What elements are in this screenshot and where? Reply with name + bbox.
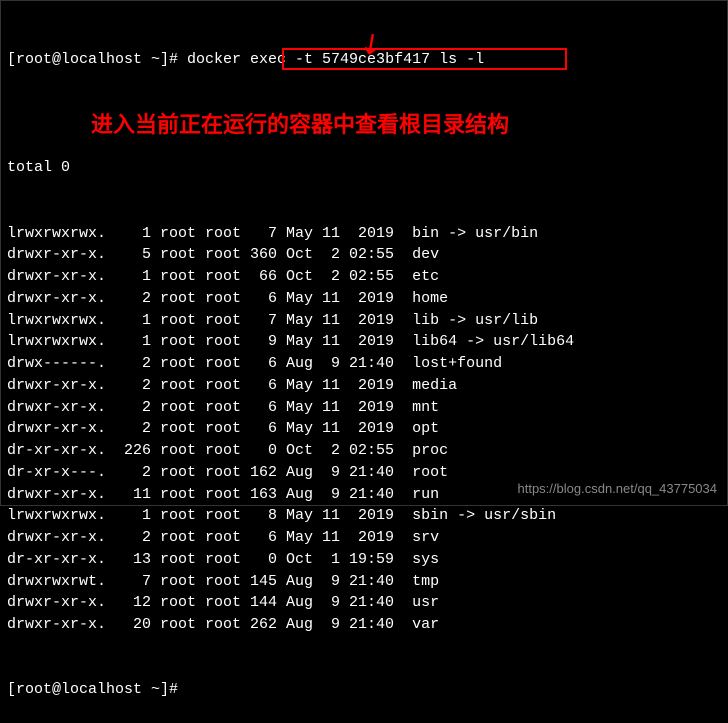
prompt-prefix: [root@localhost ~]# bbox=[7, 51, 187, 68]
listing-row: lrwxrwxrwx. 1 root root 7 May 11 2019 li… bbox=[7, 310, 721, 332]
listing-row: drwx------. 2 root root 6 Aug 9 21:40 lo… bbox=[7, 353, 721, 375]
terminal-output: [root@localhost ~]# docker exec -t 5749c… bbox=[7, 5, 721, 723]
total-line: total 0 bbox=[7, 157, 721, 179]
listing-row: lrwxrwxrwx. 1 root root 9 May 11 2019 li… bbox=[7, 331, 721, 353]
listing-row: drwxr-xr-x. 2 root root 6 May 11 2019 me… bbox=[7, 375, 721, 397]
listing-row: drwxr-xr-x. 2 root root 6 May 11 2019 op… bbox=[7, 418, 721, 440]
listing-rows: lrwxrwxrwx. 1 root root 7 May 11 2019 bi… bbox=[7, 223, 721, 636]
listing-row: dr-xr-xr-x. 226 root root 0 Oct 2 02:55 … bbox=[7, 440, 721, 462]
listing-row: lrwxrwxrwx. 1 root root 7 May 11 2019 bi… bbox=[7, 223, 721, 245]
listing-row: drwxr-xr-x. 20 root root 262 Aug 9 21:40… bbox=[7, 614, 721, 636]
listing-row: dr-xr-xr-x. 13 root root 0 Oct 1 19:59 s… bbox=[7, 549, 721, 571]
watermark-text: https://blog.csdn.net/qq_43775034 bbox=[518, 480, 718, 499]
listing-row: drwxr-xr-x. 2 root root 6 May 11 2019 mn… bbox=[7, 397, 721, 419]
listing-row: drwxr-xr-x. 5 root root 360 Oct 2 02:55 … bbox=[7, 244, 721, 266]
listing-row: drwxr-xr-x. 1 root root 66 Oct 2 02:55 e… bbox=[7, 266, 721, 288]
command-text: docker exec -t 5749ce3bf417 ls -l bbox=[187, 51, 484, 68]
command-line[interactable]: [root@localhost ~]# docker exec -t 5749c… bbox=[7, 49, 721, 114]
listing-row: drwxr-xr-x. 12 root root 144 Aug 9 21:40… bbox=[7, 592, 721, 614]
listing-row: lrwxrwxrwx. 1 root root 8 May 11 2019 sb… bbox=[7, 505, 721, 527]
listing-row: drwxr-xr-x. 2 root root 6 May 11 2019 ho… bbox=[7, 288, 721, 310]
listing-row: drwxrwxrwt. 7 root root 145 Aug 9 21:40 … bbox=[7, 571, 721, 593]
prompt-end-line[interactable]: [root@localhost ~]# bbox=[7, 679, 721, 701]
listing-row: drwxr-xr-x. 2 root root 6 May 11 2019 sr… bbox=[7, 527, 721, 549]
